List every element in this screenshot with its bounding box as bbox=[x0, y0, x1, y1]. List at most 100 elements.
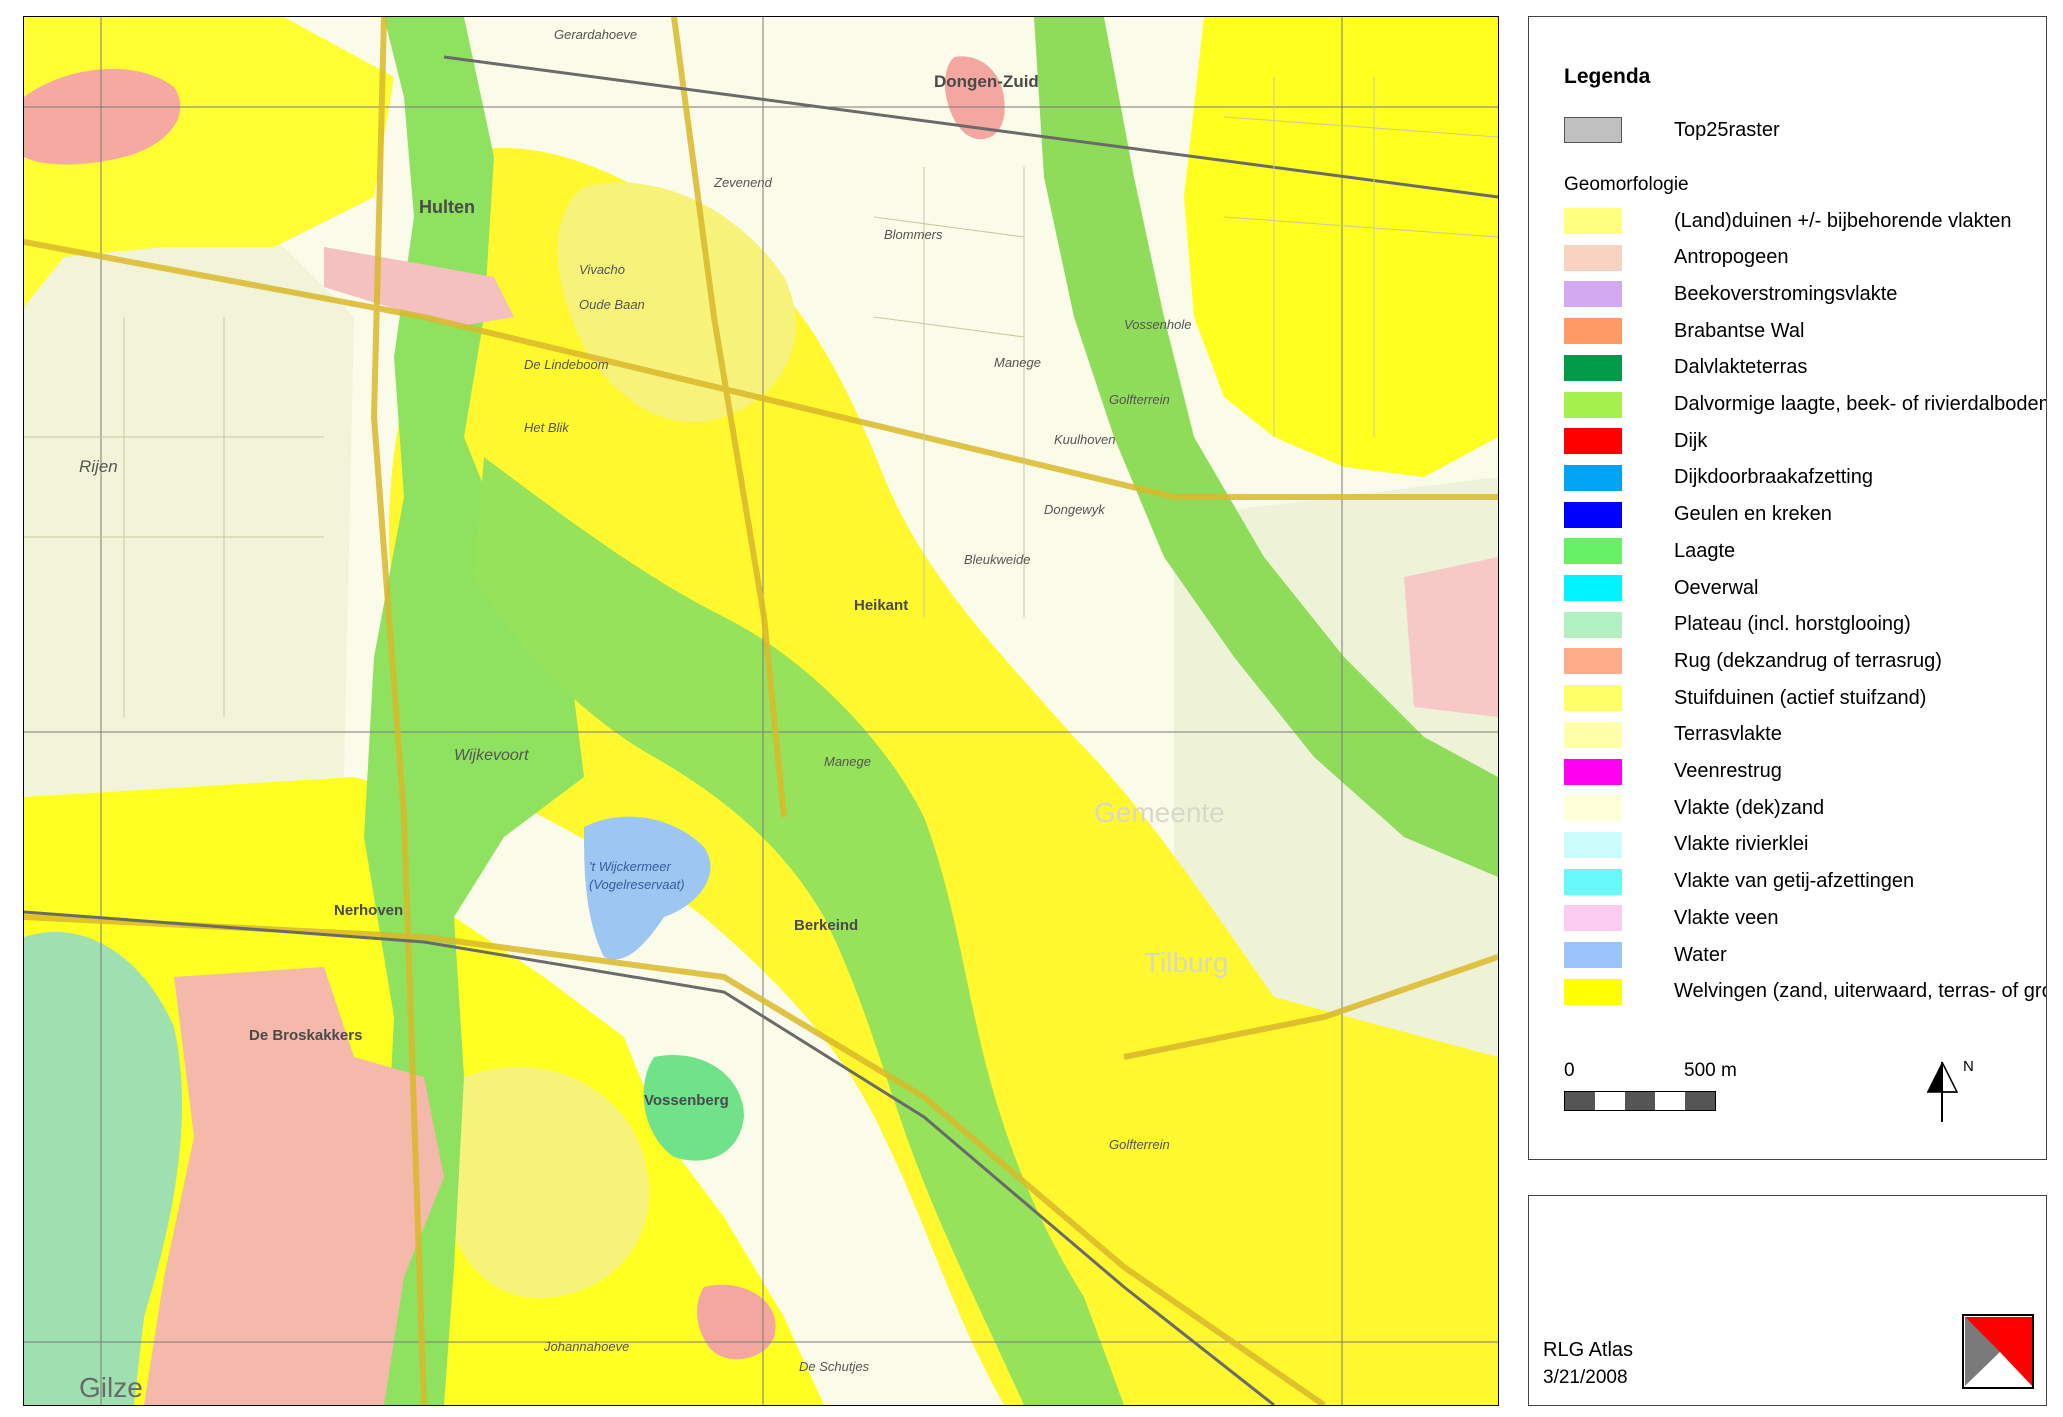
legend-item: Dijk bbox=[1564, 428, 1708, 455]
legend-swatch bbox=[1564, 611, 1622, 638]
label-vossenberg: Vossenberg bbox=[644, 1092, 729, 1109]
legend-item: Water bbox=[1564, 942, 1727, 968]
legend-swatch bbox=[1564, 244, 1622, 271]
legend-swatch bbox=[1564, 978, 1622, 1005]
label-golfterrein-1: Golfterrein bbox=[1109, 392, 1170, 407]
legend-label: Veenrestrug bbox=[1674, 760, 1782, 782]
label-gilze: Gilze bbox=[79, 1372, 143, 1403]
legend-item: Beekoverstromingsvlakte bbox=[1564, 281, 1898, 308]
label-oude-baan: Oude Baan bbox=[579, 297, 645, 312]
legend-swatch bbox=[1564, 464, 1622, 491]
north-arrow-icon: N bbox=[1917, 1057, 1987, 1132]
rlg-logo-icon bbox=[1962, 1314, 2034, 1394]
legend-item: Terrasvlakte bbox=[1564, 721, 1782, 748]
label-zevenend: Zevenend bbox=[714, 175, 772, 190]
legend-label: Dijk bbox=[1674, 429, 1708, 452]
label-rijen: Rijen bbox=[79, 457, 118, 476]
legend-label: Rug (dekzandrug of terrasrug) bbox=[1674, 649, 1942, 672]
scale-zero: 0 bbox=[1564, 1060, 1575, 1081]
legend-swatch bbox=[1564, 575, 1622, 601]
legend-swatch bbox=[1564, 391, 1622, 418]
scale-bar bbox=[1564, 1091, 1716, 1111]
legend-label: Vlakte (dek)zand bbox=[1674, 796, 1825, 819]
legend-swatch bbox=[1564, 905, 1622, 932]
legend-item: Dalvlakteterras bbox=[1564, 354, 1808, 381]
legend-label: Stuifduinen (actief stuifzand) bbox=[1674, 686, 1927, 709]
label-hulten: Hulten bbox=[419, 197, 475, 217]
legend-swatch bbox=[1564, 721, 1622, 748]
top25-swatch bbox=[1564, 117, 1622, 143]
antropogeen-east bbox=[1404, 557, 1498, 717]
label-heikant: Heikant bbox=[854, 597, 909, 614]
legend-label: Vlakte veen bbox=[1674, 906, 1779, 929]
label-kuulhoven: Kuulhoven bbox=[1054, 432, 1116, 447]
legend-subtitle: Geomorfologie bbox=[1564, 174, 1689, 195]
legend-swatch bbox=[1564, 868, 1622, 895]
label-johannahoeve: Johannahoeve bbox=[544, 1339, 630, 1354]
label-manege-2: Manege bbox=[824, 754, 871, 769]
scale-distance: 500 m bbox=[1684, 1060, 1737, 1081]
footer-atlas-label: RLG Atlas bbox=[1543, 1339, 1634, 1361]
label-broskakkers: De Broskakkers bbox=[249, 1027, 363, 1044]
legend-label: Vlakte rivierklei bbox=[1674, 833, 1809, 856]
label-de-lindeboom: De Lindeboom bbox=[524, 357, 609, 372]
label-berkeind: Berkeind bbox=[794, 917, 859, 934]
legend-item: Vlakte van getij-afzettingen bbox=[1564, 868, 1914, 895]
legend-swatch bbox=[1564, 208, 1622, 234]
legend-item: Laagte bbox=[1564, 538, 1736, 565]
label-manege-1: Manege bbox=[994, 355, 1041, 370]
footer-panel: RLG Atlas 3/21/2008 bbox=[1528, 1195, 2047, 1406]
legend-item: Dalvormige laagte, beek- of rivierdalbod… bbox=[1564, 391, 2047, 418]
label-de-schutjes: De Schutjes bbox=[799, 1359, 870, 1374]
legend-item: Antropogeen bbox=[1564, 244, 1789, 271]
legend-swatch bbox=[1564, 831, 1622, 858]
legend-label: Welvingen (zand, uiterwaard, terras- of … bbox=[1674, 980, 2046, 1003]
label-nerhoven: Nerhoven bbox=[334, 902, 404, 919]
legend-swatch bbox=[1564, 648, 1622, 675]
legend-label: Geulen en kreken bbox=[1674, 503, 1832, 526]
legend-label: Laagte bbox=[1674, 539, 1736, 562]
legend-item: Stuifduinen (actief stuifzand) bbox=[1564, 685, 1927, 712]
legend-item: Plateau (incl. horstglooing) bbox=[1564, 611, 1911, 638]
legend-swatch bbox=[1564, 685, 1622, 712]
legend-item: Veenrestrug bbox=[1564, 758, 1782, 785]
legend-swatch bbox=[1564, 281, 1622, 308]
footer-date: 3/21/2008 bbox=[1543, 1367, 1628, 1388]
legend-swatch bbox=[1564, 318, 1622, 345]
legend-item-top25: Top25raster bbox=[1564, 117, 1780, 143]
north-label: N bbox=[1963, 1058, 1974, 1075]
legend-label: Dalvlakteterras bbox=[1674, 356, 1808, 379]
legend-label: Terrasvlakte bbox=[1674, 723, 1782, 746]
legend-item: Brabantse Wal bbox=[1564, 318, 1805, 345]
map-view[interactable]: Hulten Gemeente Tilburg Gilze Heikant Be… bbox=[23, 16, 1499, 1406]
legend-item: Vlakte rivierklei bbox=[1564, 831, 1809, 858]
legend-item: Vlakte veen bbox=[1564, 905, 1779, 932]
legend-swatch bbox=[1564, 354, 1622, 381]
terrasvlakte-zone bbox=[24, 227, 354, 797]
label-gemeente: Gemeente bbox=[1094, 797, 1225, 828]
geomorphology-map[interactable] bbox=[24, 17, 1498, 1405]
label-het-blik: Het Blik bbox=[524, 420, 569, 435]
legend-label: Brabantse Wal bbox=[1674, 319, 1805, 342]
label-vossenhole: Vossenhole bbox=[1124, 317, 1192, 332]
legend-label: Beekoverstromingsvlakte bbox=[1674, 282, 1898, 305]
label-bleukweide: Bleukweide bbox=[964, 552, 1031, 567]
legend-item: Welvingen (zand, uiterwaard, terras- of … bbox=[1564, 978, 2046, 1005]
label-golfterrein-2: Golfterrein bbox=[1109, 1137, 1170, 1152]
legend-item: (Land)duinen +/- bijbehorende vlakten bbox=[1564, 208, 2011, 234]
legend-label-top25: Top25raster bbox=[1674, 118, 1780, 141]
label-wijkevoort: Wijkevoort bbox=[454, 747, 529, 764]
legend-swatch bbox=[1564, 428, 1622, 455]
label-blommers: Blommers bbox=[884, 227, 943, 242]
legend-label: Oeverwal bbox=[1674, 576, 1759, 599]
legend-label: Dalvormige laagte, beek- of rivierdalbod… bbox=[1674, 393, 2047, 415]
legend-label: Plateau (incl. horstglooing) bbox=[1674, 613, 1911, 636]
legend-item: Oeverwal bbox=[1564, 575, 1758, 601]
legend-swatch bbox=[1564, 501, 1622, 528]
label-vivacho: Vivacho bbox=[579, 262, 626, 277]
label-tilburg: Tilburg bbox=[1144, 947, 1229, 978]
label-dongewyk: Dongewyk bbox=[1044, 502, 1105, 517]
legend-label: (Land)duinen +/- bijbehorende vlakten bbox=[1674, 209, 2012, 232]
legend-item: Rug (dekzandrug of terrasrug) bbox=[1564, 648, 1942, 675]
legend-label: Antropogeen bbox=[1674, 246, 1789, 269]
